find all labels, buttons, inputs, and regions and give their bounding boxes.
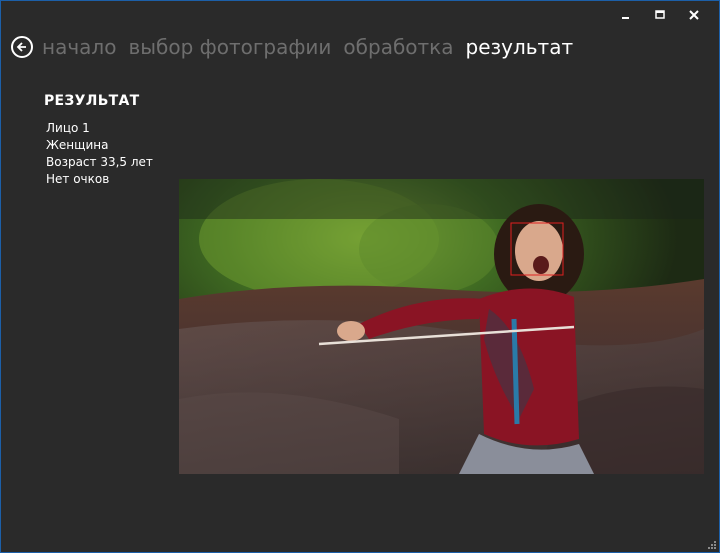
result-title: РЕЗУЛЬТАТ	[44, 93, 140, 109]
close-button[interactable]	[677, 7, 711, 23]
gender: Женщина	[46, 138, 109, 152]
maximize-icon	[655, 10, 665, 19]
crumb-result: результат	[465, 35, 574, 59]
back-arrow-icon	[16, 42, 26, 52]
face-number: Лицо 1	[46, 121, 90, 135]
result-info: Лицо 1 Женщина Возраст 33,5 лет Нет очко…	[46, 120, 153, 188]
breadcrumb: начало выбор фотографии обработка резуль…	[11, 35, 585, 59]
result-photo	[179, 179, 704, 474]
resize-grip-icon[interactable]	[706, 539, 716, 549]
window-controls	[609, 7, 711, 23]
close-icon	[689, 10, 699, 20]
photo-image	[179, 179, 704, 474]
glasses: Нет очков	[46, 172, 110, 186]
crumb-select-photo[interactable]: выбор фотографии	[128, 35, 331, 59]
age: Возраст 33,5 лет	[46, 155, 153, 169]
crumb-processing[interactable]: обработка	[343, 35, 453, 59]
app-window: начало выбор фотографии обработка резуль…	[0, 0, 720, 553]
minimize-button[interactable]	[609, 7, 643, 23]
back-button[interactable]	[11, 36, 33, 58]
maximize-button[interactable]	[643, 7, 677, 23]
minimize-icon	[622, 17, 629, 19]
crumb-home[interactable]: начало	[42, 35, 116, 59]
